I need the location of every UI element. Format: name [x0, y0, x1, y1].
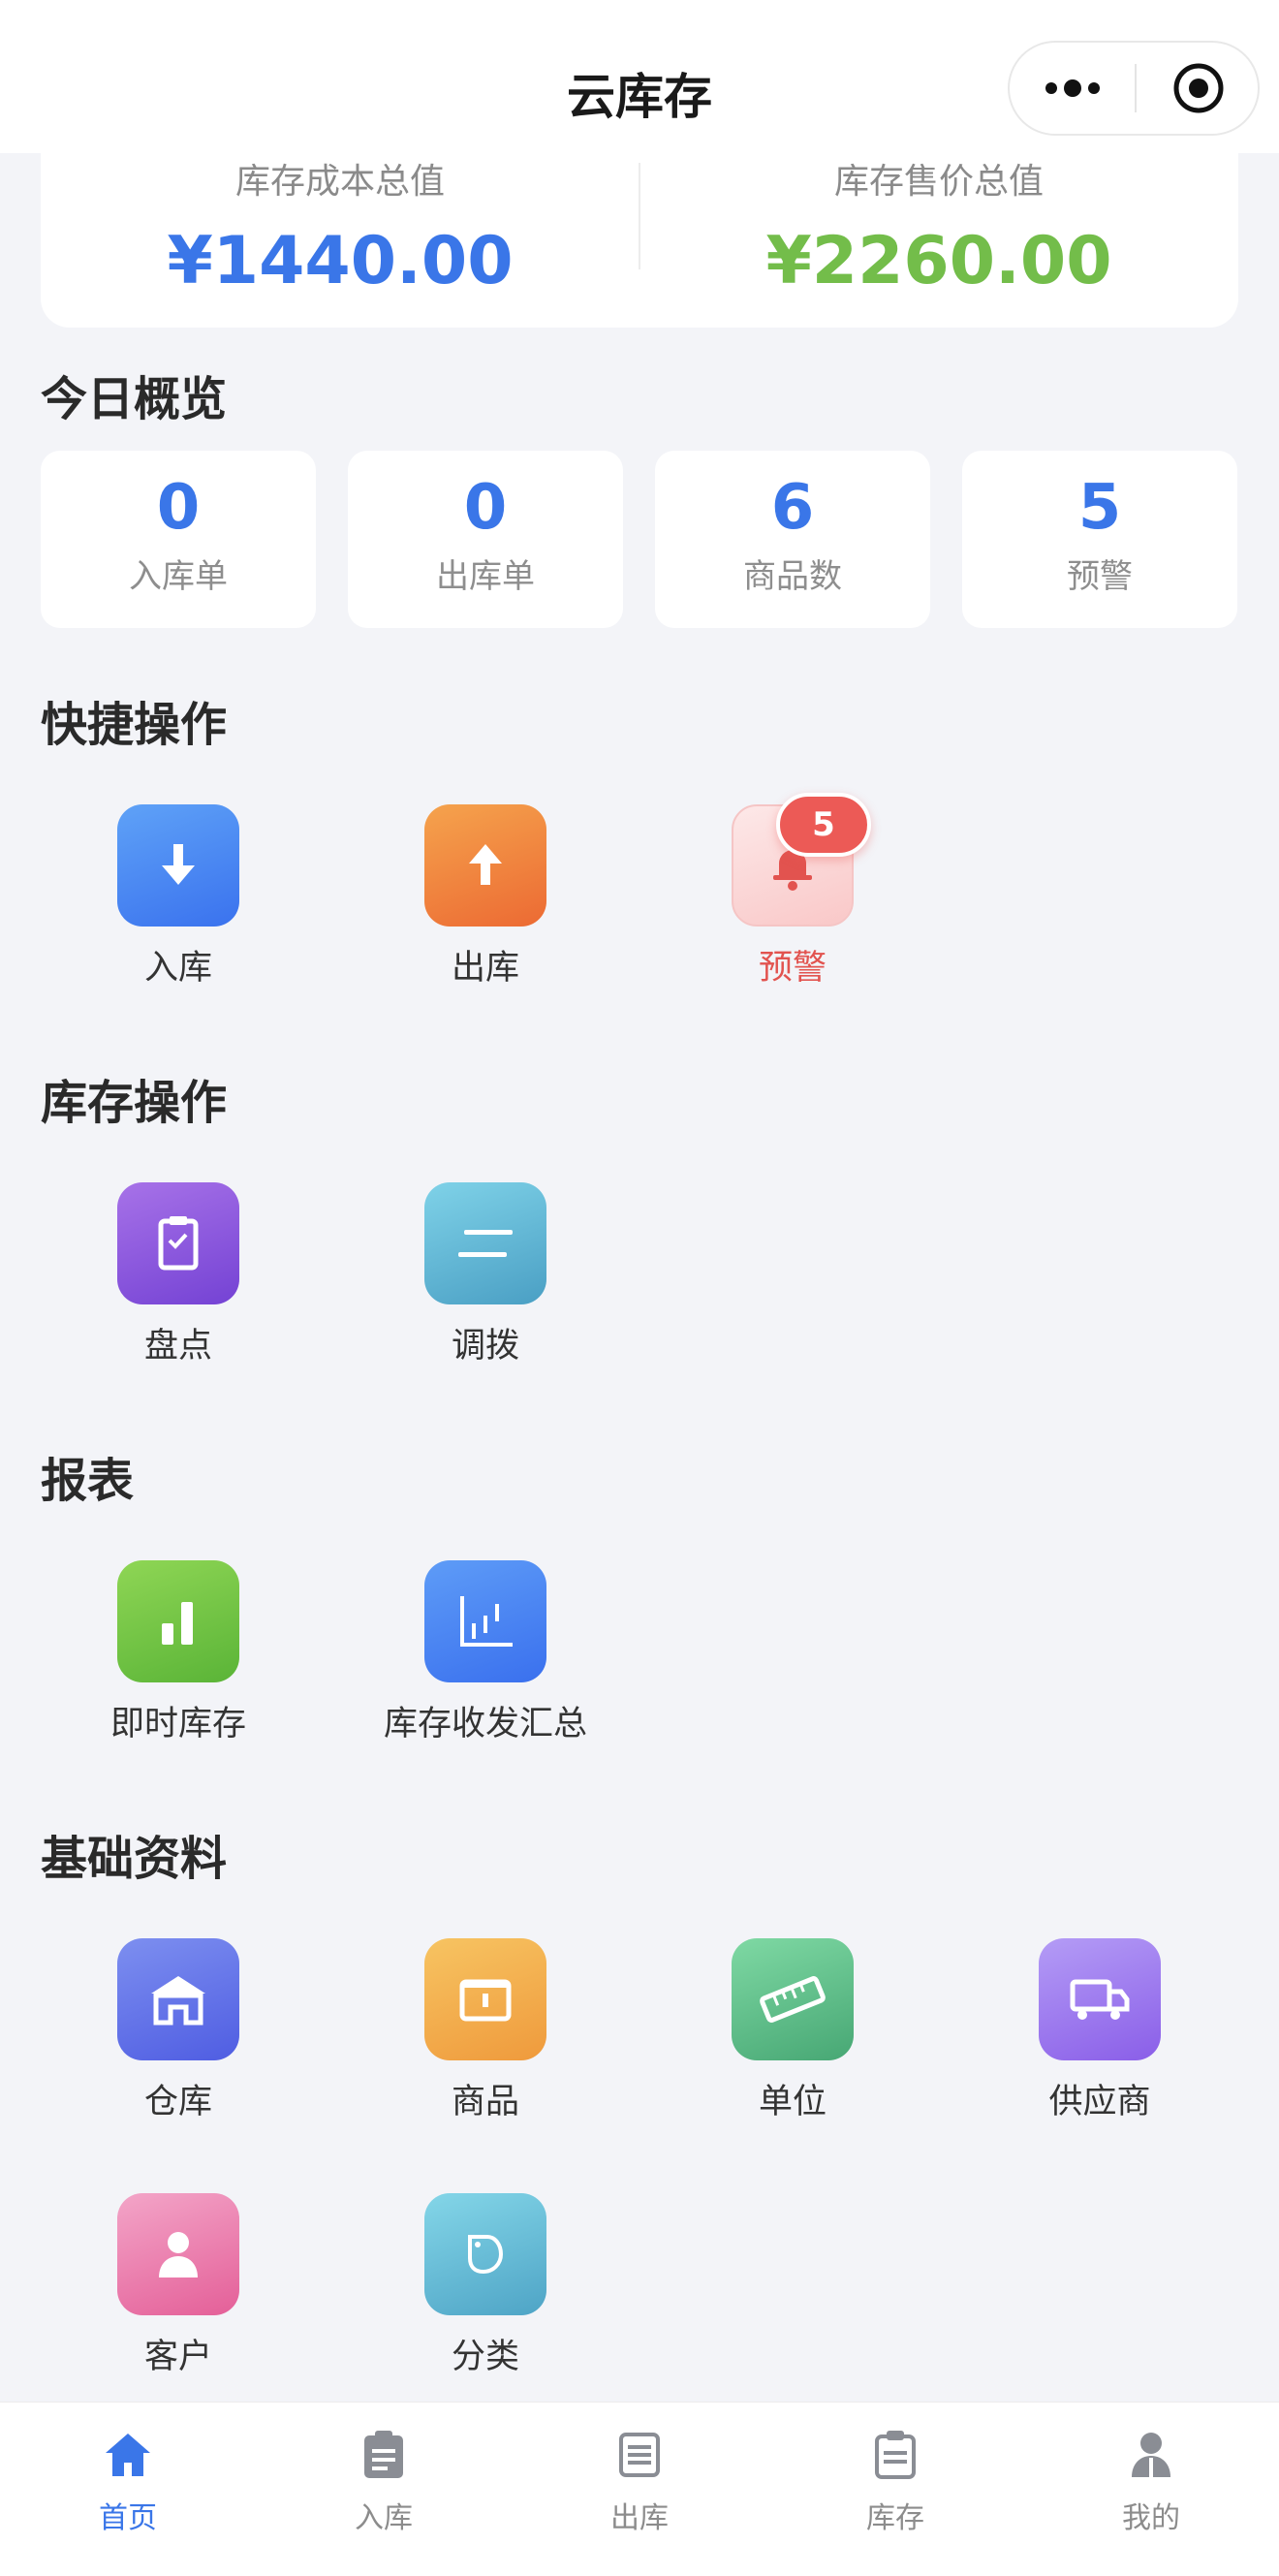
tab-inbound-label: 入库 [355, 2501, 413, 2535]
basic-category[interactable]: 分类 [331, 2193, 640, 2378]
report-realtime-stock[interactable]: 即时库存 [24, 1560, 332, 1745]
basic-category-label: 分类 [451, 2338, 519, 2376]
tab-inventory[interactable]: 库存 [767, 2403, 1023, 2576]
stock-value-card: 库存成本总值 ¥1440.00 库存售价总值 ¥2260.00 [41, 153, 1238, 328]
tab-mine-label: 我的 [1122, 2501, 1180, 2535]
tab-outbound[interactable]: 出库 [512, 2403, 767, 2576]
transfer-icon [424, 1182, 546, 1304]
nav-bar: 云库存 [0, 0, 1279, 153]
report-stock-summary[interactable]: 库存收发汇总 [331, 1560, 640, 1745]
person-icon [117, 2193, 239, 2315]
stock-ops-section-title: 库存操作 [41, 1076, 228, 1130]
quick-op-outbound[interactable]: 出库 [331, 804, 640, 990]
stock-cost-label: 库存成本总值 [234, 162, 445, 202]
clipboard-check-icon [117, 1182, 239, 1304]
stock-price-value: ¥2260.00 [765, 223, 1112, 299]
stock-price-total: 库存售价总值 ¥2260.00 [640, 153, 1238, 299]
chart-axes-icon [424, 1560, 546, 1682]
overview-card-inbound[interactable]: 0 入库单 [41, 451, 316, 628]
overview-card-products[interactable]: 6 商品数 [655, 451, 930, 628]
clipboard-icon [357, 2428, 411, 2482]
close-miniprogram-icon[interactable] [1137, 43, 1260, 134]
overview-alerts-count: 5 [1077, 472, 1122, 544]
ruler-icon [732, 1938, 854, 2060]
overview-inbound-count: 0 [156, 472, 201, 544]
tab-outbound-label: 出库 [610, 2501, 669, 2535]
arrow-down-icon [117, 804, 239, 927]
tab-home[interactable]: 首页 [0, 2403, 256, 2576]
bell-icon: 5 [732, 793, 871, 927]
bar-chart-icon [117, 1560, 239, 1682]
quick-op-outbound-label: 出库 [451, 949, 519, 988]
overview-outbound-count: 0 [463, 472, 508, 544]
basic-unit-label: 单位 [758, 2083, 827, 2121]
quick-ops-section-title: 快捷操作 [41, 698, 228, 752]
box-icon [424, 1938, 546, 2060]
bottom-tab-bar: 首页 入库 出库 库存 我的 [0, 2402, 1279, 2576]
stock-op-transfer-label: 调拨 [451, 1327, 519, 1366]
tab-inbound[interactable]: 入库 [256, 2403, 512, 2576]
alert-count-badge: 5 [776, 793, 871, 857]
stock-op-stocktake-label: 盘点 [143, 1327, 212, 1366]
arrow-up-icon [424, 804, 546, 927]
quick-op-inbound-label: 入库 [143, 949, 212, 988]
quick-op-alerts-label: 预警 [758, 949, 827, 988]
basic-supplier[interactable]: 供应商 [946, 1938, 1254, 2123]
basic-customer[interactable]: 客户 [24, 2193, 332, 2378]
truck-icon [1039, 1938, 1161, 2060]
warehouse-icon [117, 1938, 239, 2060]
more-options-icon[interactable] [1010, 43, 1136, 134]
tag-icon [424, 2193, 546, 2315]
stock-cost-value: ¥1440.00 [167, 223, 514, 299]
basic-warehouse-label: 仓库 [143, 2083, 212, 2121]
basic-product[interactable]: 商品 [331, 1938, 640, 2123]
quick-op-inbound[interactable]: 入库 [24, 804, 332, 990]
basic-customer-label: 客户 [143, 2338, 212, 2376]
overview-inbound-label: 入库单 [129, 557, 228, 597]
stock-price-label: 库存售价总值 [833, 162, 1044, 202]
stock-cost-total: 库存成本总值 ¥1440.00 [41, 153, 640, 299]
overview-alerts-label: 预警 [1067, 557, 1133, 597]
overview-products-label: 商品数 [743, 557, 842, 597]
basic-warehouse[interactable]: 仓库 [24, 1938, 332, 2123]
report-realtime-stock-label: 即时库存 [109, 1705, 246, 1744]
stock-op-stocktake[interactable]: 盘点 [24, 1182, 332, 1367]
overview-card-outbound[interactable]: 0 出库单 [348, 451, 623, 628]
report-stock-summary-label: 库存收发汇总 [383, 1705, 587, 1744]
miniprogram-capsule [1008, 41, 1260, 136]
tab-mine[interactable]: 我的 [1023, 2403, 1279, 2576]
user-icon [1124, 2428, 1178, 2482]
overview-products-count: 6 [770, 472, 815, 544]
tab-inventory-label: 库存 [866, 2501, 924, 2535]
home-icon [101, 2428, 155, 2482]
basic-product-label: 商品 [451, 2083, 519, 2121]
reports-section-title: 报表 [41, 1454, 135, 1508]
stock-op-transfer[interactable]: 调拨 [331, 1182, 640, 1367]
basic-data-section-title: 基础资料 [41, 1832, 228, 1886]
overview-outbound-label: 出库单 [436, 557, 535, 597]
overview-section-title: 今日概览 [41, 372, 228, 426]
tab-home-label: 首页 [99, 2501, 157, 2535]
inventory-icon [868, 2428, 922, 2482]
list-icon [612, 2428, 667, 2482]
overview-card-alerts[interactable]: 5 预警 [962, 451, 1237, 628]
basic-supplier-label: 供应商 [1048, 2083, 1151, 2121]
basic-unit[interactable]: 单位 [639, 1938, 947, 2123]
quick-op-alerts[interactable]: 5 预警 [639, 793, 947, 990]
